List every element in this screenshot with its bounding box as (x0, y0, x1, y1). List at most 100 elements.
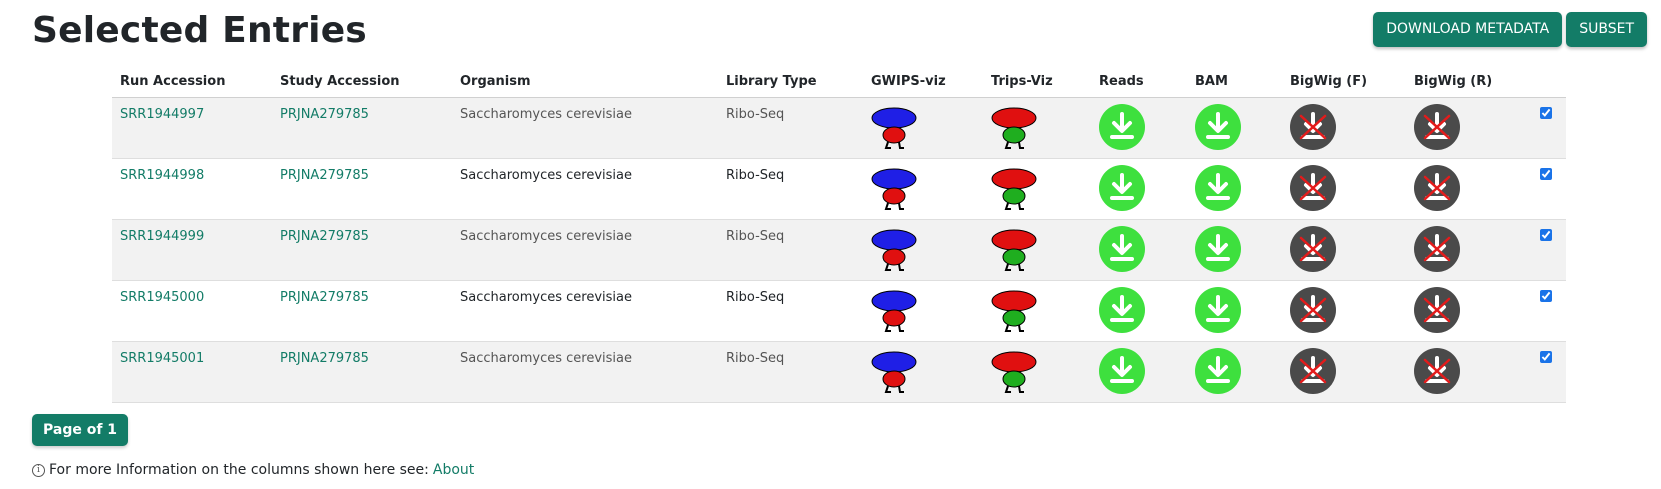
library-type-cell: Ribo-Seq (718, 97, 863, 159)
download-reads-button[interactable] (1099, 286, 1179, 333)
trips-viz-icon (991, 351, 1037, 393)
library-type-cell: Ribo-Seq (718, 158, 863, 220)
download-bam-icon (1195, 103, 1241, 150)
download-bam-button[interactable] (1195, 347, 1274, 394)
bigwig-reverse-unavailable-icon (1414, 225, 1460, 272)
organism-cell: Saccharomyces cerevisiae (452, 158, 718, 220)
header-bam: BAM (1187, 66, 1282, 98)
row-select-checkbox[interactable] (1540, 228, 1552, 241)
download-bam-button[interactable] (1195, 225, 1274, 272)
study-accession-link[interactable]: PRJNA279785 (280, 290, 369, 305)
table-row: SRR1945001 PRJNA279785 Saccharomyces cer… (112, 341, 1566, 403)
table-body: SRR1944997 PRJNA279785 Saccharomyces cer… (112, 97, 1566, 403)
gwips-viz-icon (871, 107, 917, 149)
organism-cell: Saccharomyces cerevisiae (452, 219, 718, 281)
trips-viz-icon (991, 107, 1037, 149)
trips-viz-link[interactable] (991, 165, 1083, 211)
header-bigwig-r: BigWig (R) (1406, 66, 1532, 98)
download-reads-button[interactable] (1099, 103, 1179, 150)
top-actions: DOWNLOAD METADATA SUBSET (1373, 12, 1647, 47)
study-accession-link[interactable]: PRJNA279785 (280, 351, 369, 366)
download-reads-button[interactable] (1099, 164, 1179, 211)
table-row: SRR1945000 PRJNA279785 Saccharomyces cer… (112, 280, 1566, 342)
library-type-cell: Ribo-Seq (718, 280, 863, 342)
download-bam-button[interactable] (1195, 286, 1274, 333)
row-select-checkbox[interactable] (1540, 289, 1552, 302)
row-select-checkbox[interactable] (1540, 350, 1552, 363)
bigwig-forward-unavailable-icon (1290, 164, 1336, 211)
bigwig-forward-unavailable-icon (1290, 103, 1336, 150)
run-accession-link[interactable]: SRR1944999 (120, 229, 204, 244)
header-study-accession: Study Accession (272, 66, 452, 98)
bigwig-forward-unavailable-icon (1290, 347, 1336, 394)
info-text: For more Information on the columns show… (49, 462, 429, 478)
trips-viz-icon (991, 290, 1037, 332)
entries-table-container: Run Accession Study Accession Organism L… (112, 66, 1566, 403)
download-reads-icon (1099, 347, 1145, 394)
table-row: SRR1944998 PRJNA279785 Saccharomyces cer… (112, 158, 1566, 220)
organism-cell: Saccharomyces cerevisiae (452, 341, 718, 403)
table-row: SRR1944997 PRJNA279785 Saccharomyces cer… (112, 97, 1566, 159)
gwips-viz-icon (871, 168, 917, 210)
header-trips-viz: Trips-Viz (983, 66, 1091, 98)
download-metadata-button[interactable]: DOWNLOAD METADATA (1373, 12, 1563, 47)
row-select-checkbox[interactable] (1540, 106, 1552, 119)
study-accession-link[interactable]: PRJNA279785 (280, 107, 369, 122)
bigwig-reverse-unavailable-icon (1414, 286, 1460, 333)
download-reads-button[interactable] (1099, 347, 1179, 394)
page-title: Selected Entries (32, 10, 367, 51)
table-header-row: Run Accession Study Accession Organism L… (112, 66, 1566, 98)
download-bam-icon (1195, 286, 1241, 333)
subset-button[interactable]: SUBSET (1566, 12, 1647, 47)
download-reads-button[interactable] (1099, 225, 1179, 272)
trips-viz-icon (991, 168, 1037, 210)
download-bam-button[interactable] (1195, 164, 1274, 211)
run-accession-link[interactable]: SRR1945000 (120, 290, 204, 305)
gwips-viz-icon (871, 351, 917, 393)
trips-viz-link[interactable] (991, 226, 1083, 272)
download-bam-button[interactable] (1195, 103, 1274, 150)
organism-cell: Saccharomyces cerevisiae (452, 280, 718, 342)
download-bam-icon (1195, 225, 1241, 272)
library-type-cell: Ribo-Seq (718, 341, 863, 403)
gwips-viz-icon (871, 290, 917, 332)
gwips-viz-link[interactable] (871, 104, 975, 150)
download-bam-icon (1195, 164, 1241, 211)
study-accession-link[interactable]: PRJNA279785 (280, 168, 369, 183)
run-accession-link[interactable]: SRR1944997 (120, 107, 204, 122)
pagination-indicator[interactable]: Page of 1 (32, 414, 129, 446)
study-accession-link[interactable]: PRJNA279785 (280, 229, 369, 244)
header-reads: Reads (1091, 66, 1187, 98)
run-accession-link[interactable]: SRR1945001 (120, 351, 204, 366)
gwips-viz-link[interactable] (871, 165, 975, 211)
bigwig-reverse-unavailable-icon (1414, 103, 1460, 150)
gwips-viz-link[interactable] (871, 226, 975, 272)
gwips-viz-link[interactable] (871, 287, 975, 333)
row-select-checkbox[interactable] (1540, 167, 1552, 180)
trips-viz-link[interactable] (991, 104, 1083, 150)
gwips-viz-icon (871, 229, 917, 271)
entries-table: Run Accession Study Accession Organism L… (112, 66, 1566, 403)
header-bigwig-f: BigWig (F) (1282, 66, 1406, 98)
header-library-type: Library Type (718, 66, 863, 98)
bigwig-forward-unavailable-icon (1290, 225, 1336, 272)
organism-cell: Saccharomyces cerevisiae (452, 97, 718, 159)
download-reads-icon (1099, 164, 1145, 211)
bigwig-reverse-unavailable-icon (1414, 347, 1460, 394)
library-type-cell: Ribo-Seq (718, 219, 863, 281)
run-accession-link[interactable]: SRR1944998 (120, 168, 204, 183)
gwips-viz-link[interactable] (871, 348, 975, 394)
trips-viz-link[interactable] (991, 348, 1083, 394)
header-run-accession: Run Accession (112, 66, 272, 98)
header-gwips-viz: GWIPS-viz (863, 66, 983, 98)
download-reads-icon (1099, 286, 1145, 333)
header-organism: Organism (452, 66, 718, 98)
about-link[interactable]: About (433, 462, 474, 478)
download-bam-icon (1195, 347, 1241, 394)
header-select (1532, 66, 1566, 98)
trips-viz-link[interactable] (991, 287, 1083, 333)
download-reads-icon (1099, 103, 1145, 150)
bigwig-reverse-unavailable-icon (1414, 164, 1460, 211)
info-footnote: i For more Information on the columns sh… (32, 462, 474, 478)
trips-viz-icon (991, 229, 1037, 271)
